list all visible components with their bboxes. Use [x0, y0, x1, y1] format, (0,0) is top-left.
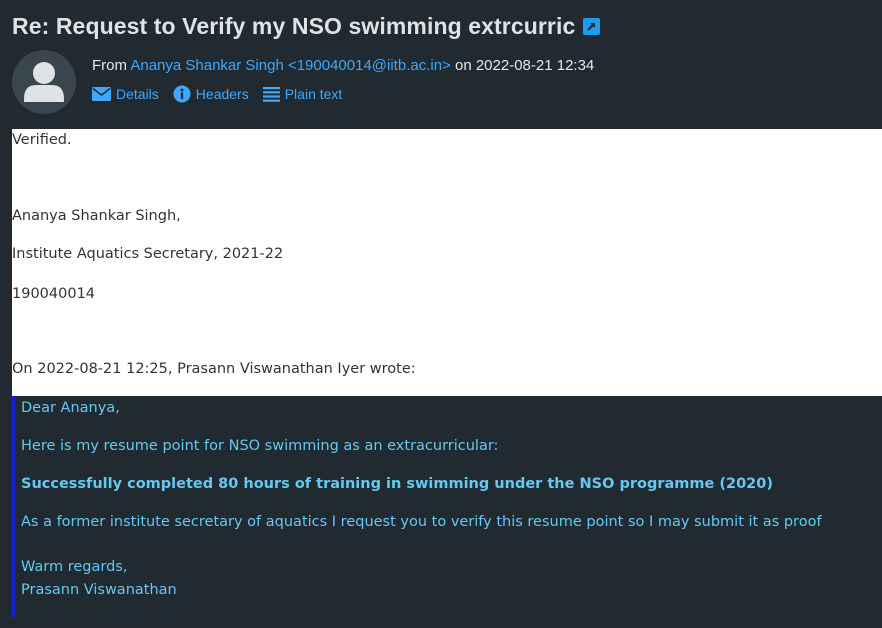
headers-label: Headers [195, 86, 249, 102]
body-line-sender-id: 190040014 [12, 286, 96, 302]
body-line-quote-header: On 2022-08-21 12:25, Prasann Viswanathan… [12, 361, 416, 377]
quote-signature: Prasann Viswanathan [21, 582, 177, 598]
from-label: From [92, 57, 127, 74]
info-icon [173, 85, 191, 103]
message-date: 2022-08-21 12:34 [475, 57, 595, 74]
quote-closing: Warm regards, [21, 559, 128, 575]
quote-resume-point: Successfully completed 80 hours of train… [21, 476, 773, 492]
list-icon [262, 86, 280, 102]
headers-button[interactable]: Headers [173, 85, 249, 103]
message-actions: Details Headers Plain text [92, 85, 356, 103]
on-label: on [454, 57, 472, 74]
body-line-verified: Verified. [12, 132, 72, 148]
envelope-icon [92, 87, 111, 101]
user-avatar-icon [24, 62, 64, 102]
message-subject: Re: Request to Verify my NSO swimming ex… [12, 13, 576, 39]
subject-row: Re: Request to Verify my NSO swimming ex… [12, 13, 601, 40]
body-line-sender-name: Ananya Shankar Singh, [12, 208, 181, 224]
external-link-icon[interactable] [583, 18, 601, 35]
details-label: Details [116, 86, 159, 102]
sender-link[interactable]: Ananya Shankar Singh <190040014@iitb.ac.… [130, 57, 450, 74]
body-line-sender-title: Institute Aquatics Secretary, 2021-22 [12, 246, 284, 262]
quoted-message: Dear Ananya, Here is my resume point for… [12, 396, 882, 618]
plain-text-button[interactable]: Plain text [262, 86, 343, 102]
details-button[interactable]: Details [92, 86, 159, 102]
plain-text-label: Plain text [284, 86, 343, 102]
sender-avatar [12, 50, 76, 114]
quote-intro: Here is my resume point for NSO swimming… [21, 438, 499, 454]
quote-request: As a former institute secretary of aquat… [21, 514, 822, 530]
from-line: From Ananya Shankar Singh <190040014@iit… [92, 57, 594, 74]
message-body: Verified. Ananya Shankar Singh, Institut… [12, 129, 882, 396]
quote-greeting: Dear Ananya, [21, 400, 120, 416]
